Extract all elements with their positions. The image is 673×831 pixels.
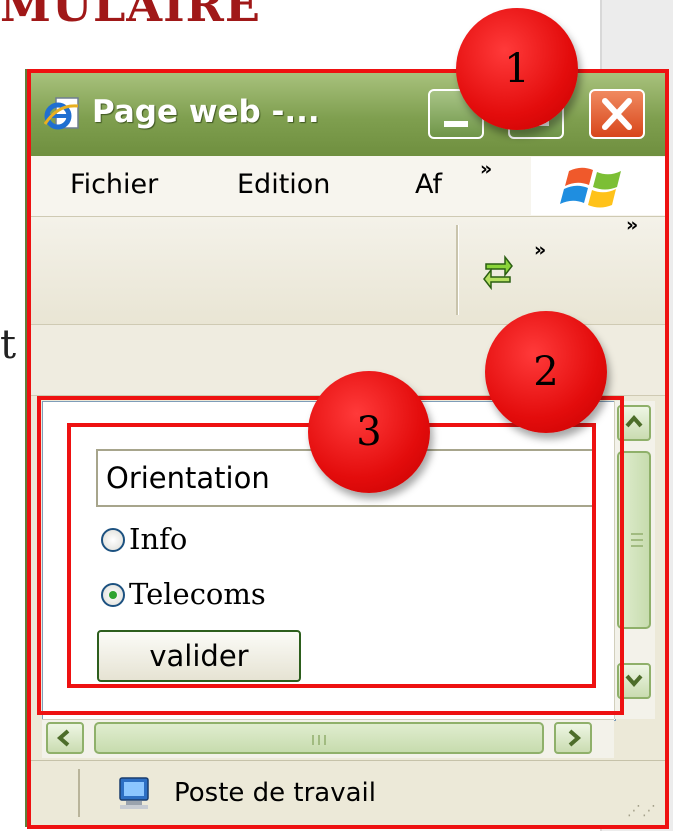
horizontal-scrollbar[interactable] [42, 719, 614, 758]
resize-grip[interactable]: ⋰⋰ [627, 803, 657, 819]
menu-overflow-chevron[interactable]: » [480, 158, 492, 180]
slide-title: MULAIRE [0, 0, 261, 32]
grip-line [631, 539, 643, 541]
radio-button[interactable] [101, 528, 125, 552]
menu-affichage[interactable]: Af [415, 169, 442, 200]
status-separator [78, 769, 80, 817]
submit-button[interactable]: valider [97, 630, 301, 682]
minimize-icon [444, 121, 468, 127]
menu-fichier[interactable]: Fichier [70, 169, 158, 200]
menu-edition[interactable]: Edition [237, 169, 330, 200]
slide-body-text: t [0, 322, 17, 368]
menu-bar: Fichier Edition Af » [28, 156, 665, 217]
grip-line [318, 735, 320, 745]
radio-label: Info [129, 522, 188, 556]
status-bar: Poste de travail ⋰⋰ [28, 760, 665, 825]
radio-label: Telecoms [129, 577, 266, 611]
chevron-down-icon [625, 674, 643, 688]
chevron-left-icon [56, 729, 70, 747]
radio-option-telecoms[interactable]: Telecoms [101, 577, 266, 611]
refresh-arrows-icon[interactable] [481, 250, 515, 290]
toolbar-separator [456, 225, 459, 315]
scroll-up-button[interactable] [617, 405, 651, 441]
callout-3: 3 [308, 371, 430, 493]
ie-page-icon [44, 97, 79, 130]
status-text: Poste de travail [174, 778, 377, 808]
grip-line [631, 533, 643, 535]
chevron-up-icon [625, 414, 643, 428]
scroll-down-button[interactable] [617, 663, 651, 699]
grip-line [312, 735, 314, 745]
radio-option-info[interactable]: Info [101, 522, 187, 556]
close-icon [602, 98, 632, 130]
scroll-left-button[interactable] [46, 722, 84, 754]
scroll-right-button[interactable] [554, 722, 592, 754]
callout-1: 1 [456, 8, 578, 130]
chevron-right-icon [568, 729, 582, 747]
callout-2: 2 [485, 311, 607, 433]
window-title: Page web -... [92, 94, 320, 130]
vertical-scroll-thumb[interactable] [617, 451, 651, 629]
toolbar: » » [28, 214, 665, 325]
grip-line [631, 545, 643, 547]
toolbar-overflow-chevron[interactable]: » [534, 239, 546, 261]
close-button[interactable] [589, 89, 645, 139]
radio-button-checked[interactable] [101, 583, 125, 607]
computer-icon [119, 777, 149, 809]
windows-flag-logo [560, 167, 621, 208]
vertical-scrollbar[interactable] [614, 401, 655, 719]
grip-line [324, 735, 326, 745]
horizontal-scroll-thumb[interactable] [94, 722, 544, 754]
toolbar-overflow-chevron-2[interactable]: » [626, 214, 638, 236]
windows-logo-area [531, 157, 665, 215]
